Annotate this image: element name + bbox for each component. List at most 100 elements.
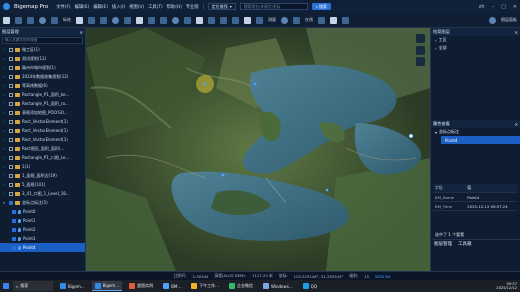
layer-item[interactable]: › Rectangle_P1_面积_ke... (0, 90, 85, 99)
merge-tool-icon[interactable] (196, 16, 203, 24)
taskbar-item[interactable]: 企业微信 (226, 281, 256, 291)
chevron-right-icon[interactable]: › (3, 111, 7, 115)
map-marker-point0[interactable] (203, 82, 207, 86)
location-dropdown[interactable]: 定位查找 ▾ (207, 3, 236, 10)
layer-item[interactable]: › 5_面规(101) (0, 180, 85, 189)
layer-item[interactable]: › 1_面规_面积边(19) (0, 171, 85, 180)
menu-edit-2[interactable]: 编辑(E) (93, 4, 108, 10)
chevron-right-icon[interactable]: › (3, 84, 7, 88)
clock-tool-icon[interactable] (281, 16, 288, 24)
print-tool-icon[interactable] (330, 16, 337, 24)
clock[interactable]: 09:57 2025/12/12 (496, 282, 517, 291)
chevron-right-icon[interactable]: › (3, 147, 7, 151)
taskbar-item-active[interactable]: Bigem... (91, 281, 123, 291)
layer-tool-icon[interactable] (27, 16, 34, 24)
chevron-right-icon[interactable]: › (3, 93, 7, 97)
point-checkbox[interactable] (12, 209, 16, 214)
satellite-imagery[interactable] (86, 28, 430, 271)
point-tool-icon[interactable] (172, 16, 179, 24)
text-tool-icon[interactable] (136, 16, 143, 24)
taskbar-item[interactable]: QQ (300, 281, 320, 291)
layer-checkbox[interactable] (9, 74, 13, 79)
export-tool-icon[interactable] (318, 16, 325, 24)
taskbar-item[interactable]: Bigem... (57, 281, 88, 291)
taskbar-item[interactable]: Windows... (260, 281, 296, 291)
polygon-tool-icon[interactable] (100, 16, 107, 24)
point-checkbox[interactable] (12, 227, 16, 232)
zoom-in-icon[interactable] (416, 46, 425, 55)
zoom-out-icon[interactable] (416, 57, 425, 66)
marker-tool-icon[interactable] (76, 16, 83, 24)
ruler-tool-icon[interactable] (256, 16, 263, 24)
layer-item[interactable]: › 测试规划(12) (0, 54, 85, 63)
download-tool-icon[interactable] (293, 16, 300, 24)
close-icon[interactable]: ✕ (513, 4, 517, 10)
layer-checkbox[interactable] (9, 182, 13, 187)
table-row[interactable]: BM_Name Point4 (433, 193, 518, 202)
tree-item-all[interactable]: › 全部 (431, 44, 520, 52)
close-icon[interactable]: ✕ (79, 30, 83, 35)
chevron-right-icon[interactable]: › (3, 57, 7, 61)
layer-item[interactable]: › Rect_VectorElement(1) (0, 117, 85, 126)
panels-icon[interactable] (489, 16, 496, 24)
field-value[interactable]: Point4 (465, 195, 518, 200)
layer-item[interactable]: › 2024年数据收集规划(12) (0, 72, 85, 81)
menu-edit[interactable]: 编辑(E) (75, 4, 90, 10)
chevron-right-icon[interactable]: › (3, 174, 7, 178)
line-tool-icon[interactable] (88, 16, 95, 24)
chevron-right-icon[interactable]: › (3, 102, 7, 106)
pan-tool-icon[interactable] (15, 16, 22, 24)
crs-value[interactable]: WGS 84 (375, 274, 390, 279)
layer-item[interactable]: › 等高线数据(6) (0, 81, 85, 90)
point-item[interactable]: Point4 (0, 243, 85, 252)
point-checkbox[interactable] (12, 218, 16, 223)
start-icon[interactable] (3, 283, 9, 289)
layer-checkbox[interactable] (9, 200, 13, 205)
layer-checkbox[interactable] (9, 110, 13, 115)
map-marker-point2[interactable] (221, 173, 225, 177)
menu-file[interactable]: 文件(F) (56, 4, 70, 10)
layer-checkbox[interactable] (9, 65, 13, 70)
chevron-right-icon[interactable]: › (3, 120, 7, 124)
layer-checkbox[interactable] (9, 119, 13, 124)
chevron-right-icon[interactable]: › (3, 48, 7, 52)
menu-pro[interactable]: 专业版 (186, 4, 199, 10)
chevron-right-icon[interactable]: › (3, 75, 7, 79)
layer-item[interactable]: › 微工区(1) (0, 45, 85, 54)
circle-tool-icon[interactable] (112, 16, 119, 24)
layer-checkbox[interactable] (9, 128, 13, 133)
layer-checkbox[interactable] (9, 83, 13, 88)
chevron-right-icon[interactable]: › (3, 165, 7, 169)
map-marker-point1[interactable] (253, 82, 257, 86)
tab-toolbox[interactable]: 工具箱 (458, 241, 472, 247)
close-icon[interactable]: ✕ (514, 30, 518, 35)
layer-checkbox[interactable] (9, 137, 13, 142)
settings-tool-icon[interactable] (342, 16, 349, 24)
menu-view[interactable]: 视图(V) (129, 4, 144, 10)
map-view[interactable] (86, 28, 430, 271)
point-checkbox[interactable] (12, 245, 16, 250)
layer-checkbox[interactable] (9, 164, 13, 169)
point-item[interactable]: Point0 (0, 207, 85, 216)
menu-help[interactable]: 帮助(H) (167, 4, 182, 10)
map-marker-point3[interactable] (325, 188, 329, 192)
layer-item[interactable]: › 赣州市城市规划(1) (0, 63, 85, 72)
point-checkbox[interactable] (12, 236, 16, 241)
minimize-icon[interactable]: – (492, 4, 495, 10)
layer-checkbox[interactable] (9, 173, 13, 178)
maximize-icon[interactable]: □ (501, 4, 506, 10)
layer-item[interactable]: › Rect_VectorElement(1) (0, 126, 85, 135)
chevron-right-icon[interactable]: › (3, 156, 7, 160)
layer-item[interactable]: › 3_41_口图_1_Level_18... (0, 189, 85, 198)
layer-item[interactable]: › 表格添加地图_POLYGO... (0, 108, 85, 117)
chevron-right-icon[interactable]: › (3, 138, 7, 142)
layer-checkbox[interactable] (9, 92, 13, 97)
point-item[interactable]: Point3 (0, 234, 85, 243)
compass-icon[interactable] (416, 34, 425, 43)
delete-tool-icon[interactable] (244, 16, 251, 24)
chevron-right-icon[interactable]: › (3, 66, 7, 70)
edit-tool-icon[interactable] (160, 16, 167, 24)
layer-item[interactable]: ▾ 坐标点标注(5) (0, 198, 85, 207)
rectangle-tool-icon[interactable] (124, 16, 131, 24)
layer-checkbox[interactable] (9, 155, 13, 160)
